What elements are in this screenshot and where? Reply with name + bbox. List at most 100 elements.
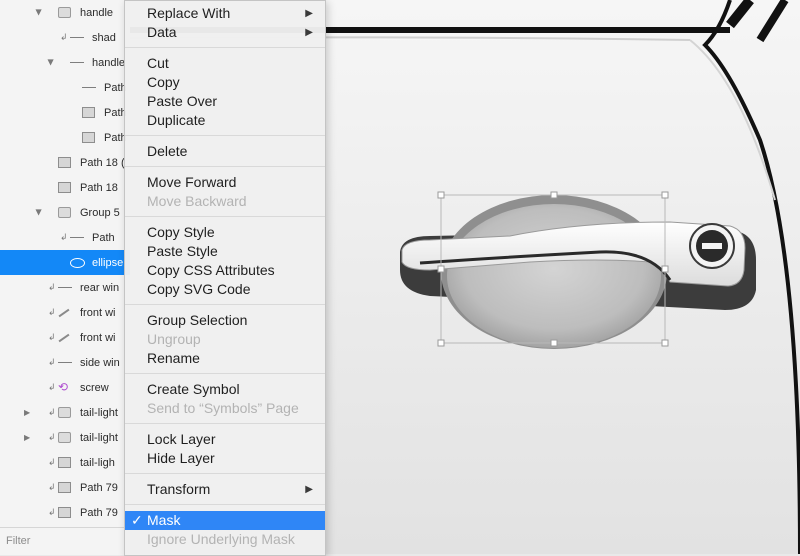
menu-item-label: Move Backward [147,193,247,209]
layer-row[interactable]: ↲ shad [0,25,130,50]
layer-name: handle [92,56,126,69]
menu-item-create-symbol[interactable]: Create Symbol [125,380,325,399]
layer-name: front wi [80,331,116,344]
menu-item-cut[interactable]: Cut [125,54,325,73]
menu-item-label: Lock Layer [147,431,216,447]
menu-item-duplicate[interactable]: Duplicate [125,111,325,130]
layer-row[interactable]: ▶ ↲ tail-light [0,400,130,425]
menu-item-paste-over[interactable]: Paste Over [125,92,325,111]
menu-item-rename[interactable]: Rename [125,349,325,368]
menu-separator [125,473,325,474]
clipping-mask-marker-icon: ↲ [48,507,56,517]
menu-item-copy-css-attributes[interactable]: Copy CSS Attributes [125,261,325,280]
layer-row[interactable]: ↲ rear win [0,275,130,300]
menu-item-delete[interactable]: Delete [125,142,325,161]
menu-item-move-forward[interactable]: Move Forward [125,173,325,192]
layer-row[interactable]: ellipse [0,250,130,275]
folder-icon [58,7,71,18]
clipping-mask-marker-icon: ↲ [48,482,56,492]
layer-name: side win [80,356,120,369]
layer-row[interactable]: Path 18 ( [0,150,130,175]
menu-item-label: Copy SVG Code [147,281,251,297]
screw-symbol-icon: ⟲ [58,380,69,394]
layer-row[interactable]: ↲ Path [0,225,130,250]
menu-item-replace-with[interactable]: Replace With ▶ [125,4,325,23]
menu-item-label: Copy CSS Attributes [147,262,275,278]
shape-icon [58,182,71,193]
menu-item-group-selection[interactable]: Group Selection [125,311,325,330]
layer-row[interactable]: ↲ tail-ligh [0,450,130,475]
shape-icon [82,132,95,143]
folder-icon [58,407,71,418]
layer-row[interactable]: ▶ ↲ tail-light [0,425,130,450]
shape-icon [58,457,71,468]
menu-item-label: Data [147,24,177,40]
menu-item-copy[interactable]: Copy [125,73,325,92]
layer-name: Group 5 [80,206,120,219]
disclosure-expanded-icon[interactable]: ▶ [35,209,44,215]
slash-icon [58,308,70,318]
layer-row[interactable]: ↲ front wi [0,325,130,350]
menu-item-label: Paste Style [147,243,218,259]
layer-row[interactable]: ↲ Path 79 [0,500,130,525]
shape-icon [58,157,71,168]
disclosure-expanded-icon[interactable]: ▶ [35,9,44,15]
layer-row[interactable]: Path [0,100,130,125]
menu-item-label: Send to “Symbols” Page [147,400,299,416]
shape-icon [58,507,71,518]
disclosure-collapsed-icon[interactable]: ▶ [24,433,30,442]
menu-item-label: Cut [147,55,169,71]
menu-item-paste-style[interactable]: Paste Style [125,242,325,261]
menu-item-transform[interactable]: Transform ▶ [125,480,325,499]
submenu-arrow-icon: ▶ [305,8,313,19]
layer-name: Path 79 [80,481,118,494]
layer-row[interactable]: ↲ ⟲ screw [0,375,130,400]
layer-name: tail-light [80,431,118,444]
menu-item-label: Ungroup [147,331,201,347]
menu-separator [125,135,325,136]
menu-item-label: Transform [147,481,211,497]
disclosure-collapsed-icon[interactable]: ▶ [24,408,30,417]
menu-item-mask[interactable]: ✓ Mask [125,511,325,530]
menu-item-label: Rename [147,350,200,366]
menu-item-copy-svg-code[interactable]: Copy SVG Code [125,280,325,299]
menu-item-lock-layer[interactable]: Lock Layer [125,430,325,449]
layer-row[interactable]: ▶ handle [0,50,130,75]
menu-separator [125,47,325,48]
layer-filter-field[interactable]: Filter [0,527,130,555]
layer-row[interactable]: ▶ handle [0,0,130,25]
menu-separator [125,423,325,424]
line-icon [70,62,84,63]
menu-item-label: Paste Over [147,93,218,109]
menu-item-hide-layer[interactable]: Hide Layer [125,449,325,468]
layer-row[interactable]: ▶ Group 5 [0,200,130,225]
layer-row[interactable]: ↲ front wi [0,300,130,325]
layer-row[interactable]: Path [0,125,130,150]
disclosure-expanded-icon[interactable]: ▶ [47,59,56,65]
ellipse-icon [70,258,85,268]
menu-separator [125,216,325,217]
menu-item-move-backward: Move Backward [125,192,325,211]
filter-placeholder: Filter [6,535,31,547]
layer-name: tail-light [80,406,118,419]
clipping-mask-marker-icon: ↲ [48,432,56,442]
layer-row[interactable]: Path [0,75,130,100]
layer-name: handle [80,6,114,19]
context-menu: Replace With ▶ Data ▶ Cut Copy Paste Over Dupli… [124,0,326,556]
menu-item-ungroup: Ungroup [125,330,325,349]
clipping-mask-marker-icon: ↲ [48,307,56,317]
layer-name: screw [80,381,109,394]
clipping-mask-marker-icon: ↲ [48,407,56,417]
menu-item-label: Hide Layer [147,450,215,466]
layer-row[interactable]: ↲ side win [0,350,130,375]
layer-name: rear win [80,281,120,294]
menu-item-data[interactable]: Data ▶ [125,23,325,42]
menu-item-label: Replace With [147,5,231,21]
layer-name: Path 18 [80,181,118,194]
menu-item-label: Group Selection [147,312,248,328]
layer-row[interactable]: Path 18 [0,175,130,200]
layer-name: ellipse [92,256,124,269]
menu-item-copy-style[interactable]: Copy Style [125,223,325,242]
layer-row[interactable]: ↲ Path 79 [0,475,130,500]
layer-name: Path 18 ( [80,156,125,169]
